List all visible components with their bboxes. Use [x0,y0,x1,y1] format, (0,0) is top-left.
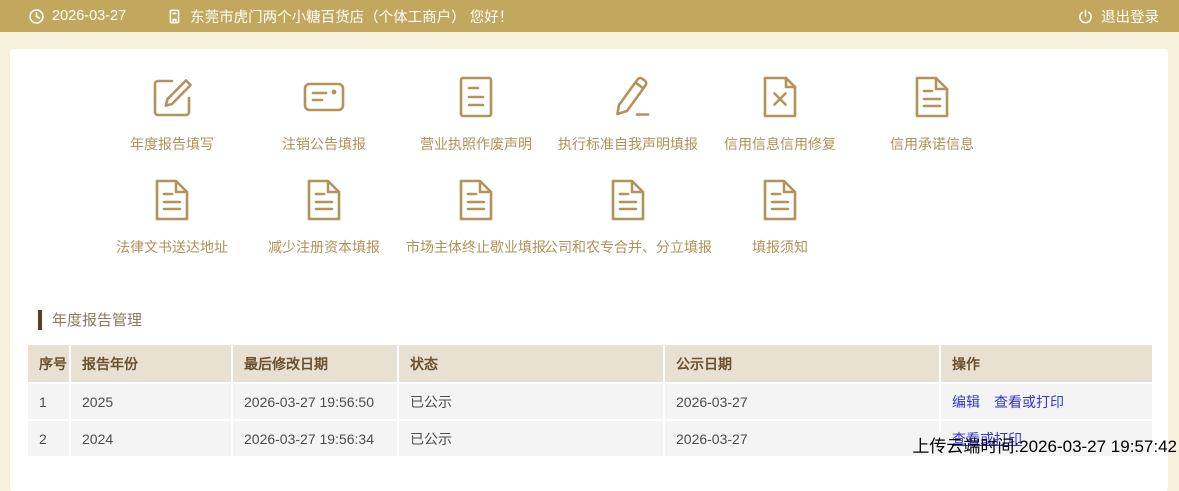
table-header-row: 序号 报告年份 最后修改日期 状态 公示日期 操作 [28,345,1152,384]
menu-item-label: 执行标准自我声明填报 [558,136,698,152]
document-x-icon [756,73,804,121]
section-accent-bar [38,309,42,330]
main-panel: 年度报告填写 注销公告填报 营业执照作废声明 执行标准自我声明填报 信用信息信用修复 信用… [10,49,1168,491]
document-folded-icon [148,176,196,224]
cell-status: 已公示 [398,383,665,421]
card-lines-icon [300,73,348,121]
menu-item[interactable]: 年度报告填写 [96,73,248,154]
company-group: 东莞市虎门两个小糖百货店（个体工商户） 您好！ [166,6,513,27]
menu-item[interactable]: 法律文书送达地址 [96,176,248,257]
menu-item[interactable]: 注销公告填报 [248,73,400,154]
topbar: 2026-03-27 东莞市虎门两个小糖百货店（个体工商户） 您好！ 退出登录 [0,0,1179,32]
document-folded-icon [452,176,500,224]
company-name: 东莞市虎门两个小糖百货店（个体工商户） 您好！ [190,9,514,26]
table-row: 1 2025 2026-03-27 19:56:50 已公示 2026-03-27 编辑查… [28,383,1152,421]
cell-status: 已公示 [398,420,665,458]
menu-item-label: 信用信息信用修复 [724,136,836,152]
pencil-icon [604,73,652,121]
power-icon [1077,8,1094,25]
cell-seq: 2 [28,420,71,458]
cell-modified: 2026-03-27 19:56:34 [232,420,399,458]
cell-modified: 2026-03-27 19:56:50 [232,383,399,421]
menu-item[interactable]: 公司和农专合并、分立填报 [544,176,712,257]
menu-item-label: 注销公告填报 [282,136,366,152]
menu-item[interactable]: 营业执照作废声明 [400,73,552,154]
cell-year: 2025 [70,383,233,421]
menu-item-label: 填报须知 [752,239,808,255]
menu-item[interactable]: 填报须知 [704,176,856,257]
logout-label: 退出登录 [1101,9,1159,26]
menu-item[interactable]: 信用承诺信息 [856,73,1008,154]
cell-publish-date: 2026-03-27 [664,420,941,458]
action-link[interactable]: 查看或打印 [994,394,1064,410]
section-header: 年度报告管理 [38,309,1168,330]
document-folded-icon [756,176,804,224]
menu-item-label: 营业执照作废声明 [420,136,532,152]
column-header: 状态 [398,345,665,384]
current-date: 2026-03-27 [52,8,127,24]
document-lines-icon [452,73,500,121]
upload-time-stamp: 上传云端时间:2026-03-27 19:57:42 [912,437,1177,456]
cell-publish-date: 2026-03-27 [664,383,941,421]
document-folded-icon [604,176,652,224]
column-header: 最后修改日期 [232,345,399,384]
menu-item-label: 信用承诺信息 [890,136,974,152]
column-header: 公示日期 [664,345,941,384]
menu-item-label: 法律文书送达地址 [116,239,228,255]
menu-item-label: 年度报告填写 [130,136,214,152]
menu-item[interactable]: 执行标准自我声明填报 [552,73,704,154]
edit-square-icon [148,73,196,121]
date-group: 2026-03-27 [28,8,126,25]
menu-item[interactable]: 减少注册资本填报 [248,176,400,257]
action-link[interactable]: 编辑 [952,394,980,410]
column-header: 操作 [940,345,1152,384]
cell-year: 2024 [70,420,233,458]
column-header: 报告年份 [70,345,233,384]
menu-item-label: 市场主体终止歇业填报 [406,239,546,255]
menu-item-label: 减少注册资本填报 [268,239,380,255]
cell-seq: 1 [28,383,71,421]
document-folded-icon [908,73,956,121]
menu-row-1: 年度报告填写 注销公告填报 营业执照作废声明 执行标准自我声明填报 信用信息信用修复 信用… [96,73,1168,154]
menu-item-label: 公司和农专合并、分立填报 [544,239,712,255]
column-header: 序号 [28,345,71,384]
logout-button[interactable]: 退出登录 [1077,6,1159,27]
document-folded-icon [300,176,348,224]
menu-item[interactable]: 市场主体终止歇业填报 [400,176,552,257]
building-icon [166,8,183,25]
cell-actions: 编辑 查看或打印 [940,383,1152,421]
menu-item[interactable]: 信用信息信用修复 [704,73,856,154]
menu-row-2: 法律文书送达地址 减少注册资本填报 市场主体终止歇业填报 公司和农专合并、分立填报 填报… [96,176,1168,257]
function-menu: 年度报告填写 注销公告填报 营业执照作废声明 执行标准自我声明填报 信用信息信用修复 信用… [10,49,1168,257]
clock-icon [28,8,45,25]
section-title: 年度报告管理 [52,312,143,329]
